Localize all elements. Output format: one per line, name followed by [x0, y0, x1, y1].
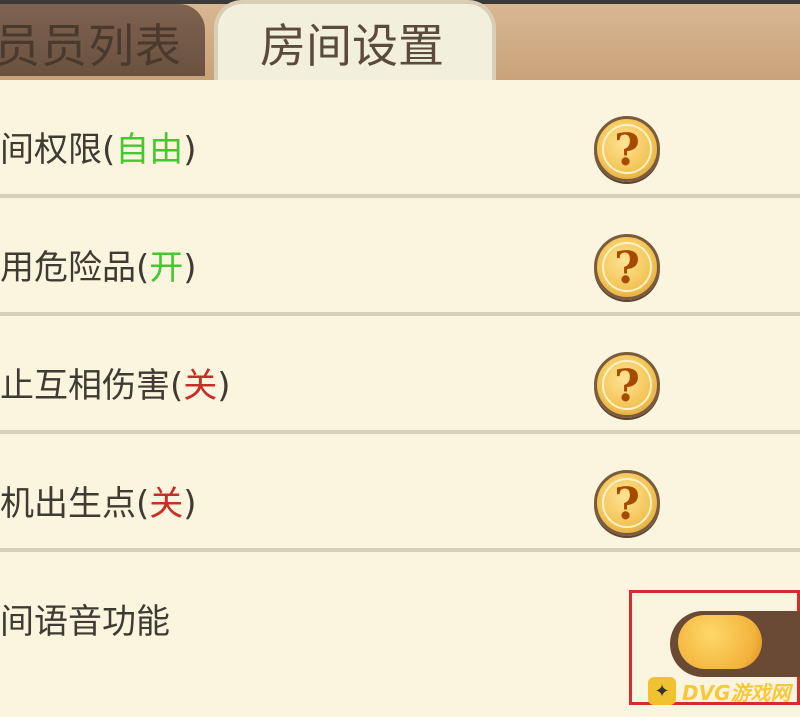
setting-label: 用危险品(开)	[0, 248, 197, 288]
question-mark-icon[interactable]: ?	[594, 116, 660, 182]
question-mark-icon[interactable]: ?	[594, 352, 660, 418]
watermark-text: DVG游戏网	[682, 680, 791, 705]
setting-row-no-friendly-fire: 止互相伤害(关) ?	[0, 316, 800, 434]
tab-room-settings[interactable]: 房间设置	[214, 0, 496, 82]
status-text: 自由	[115, 130, 184, 170]
setting-label: 机出生点(关)	[0, 484, 197, 524]
watermark: ✦ DVG游戏网	[648, 676, 791, 706]
question-mark-icon[interactable]: ?	[594, 234, 660, 300]
question-mark-icon[interactable]: ?	[594, 470, 660, 536]
voice-toggle-knob[interactable]	[678, 615, 762, 669]
setting-row-random-spawn: 机出生点(关) ?	[0, 434, 800, 552]
tab-room-settings-label: 房间设置	[260, 19, 444, 73]
voice-label: 间语音功能	[0, 602, 170, 642]
status-text: 关	[149, 484, 184, 524]
status-text: 关	[183, 366, 218, 406]
tab-members-label: 员员列表	[0, 19, 182, 73]
setting-label: 止互相伤害(关)	[0, 366, 231, 406]
setting-row-room-permission: 间权限(自由) ?	[0, 80, 800, 198]
setting-row-dangerous-items: 用危险品(开) ?	[0, 198, 800, 316]
setting-label: 间权限(自由)	[0, 130, 197, 170]
gamepad-icon: ✦	[648, 677, 676, 705]
tab-members-list[interactable]: 员员列表	[0, 4, 205, 76]
status-text: 开	[149, 248, 184, 288]
